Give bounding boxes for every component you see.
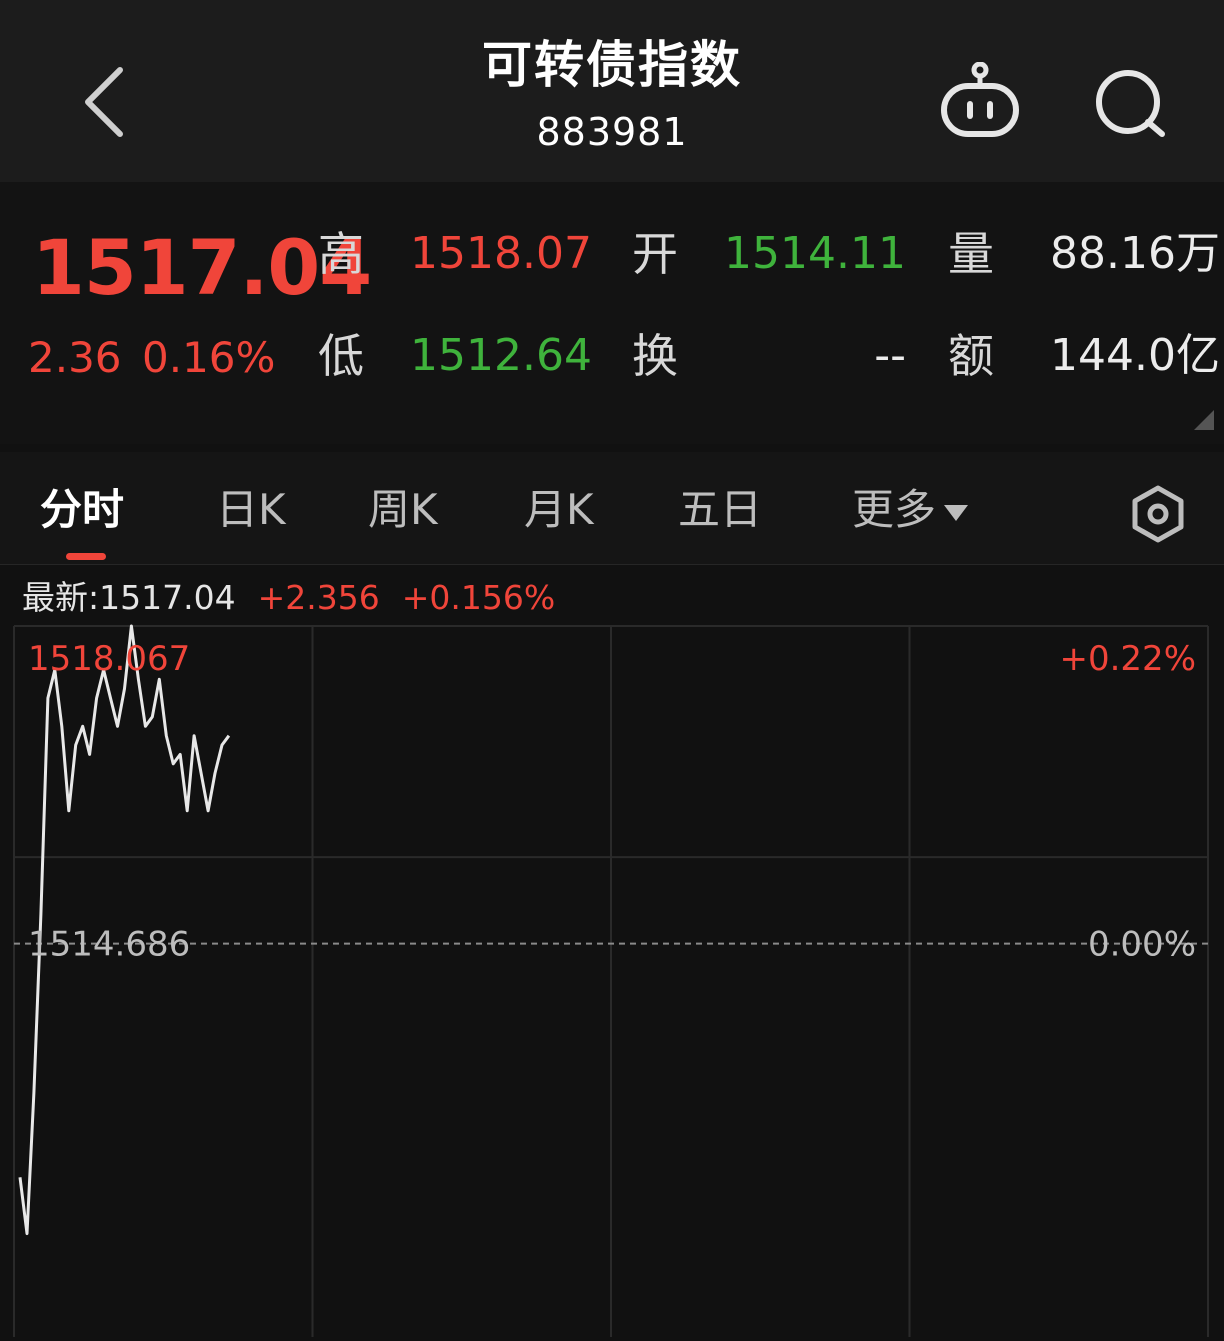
robot-icon — [941, 61, 1019, 137]
chart-high-label: 1518.067 — [28, 639, 190, 679]
volume-label: 量 — [948, 227, 994, 281]
top-bar: 可转债指数 883981 — [0, 0, 1224, 182]
latest-info-line: 最新:1517.04 +2.356 +0.156% — [22, 574, 555, 622]
robot-assistant-button[interactable] — [936, 61, 1026, 142]
chart-high-pct-label: +0.22% — [1060, 639, 1197, 679]
active-tab-indicator — [66, 553, 106, 560]
tab-daily-k[interactable]: 日K — [216, 480, 286, 540]
amount-value: 144.0亿 — [1050, 330, 1220, 381]
back-arrow-icon — [85, 67, 123, 137]
intraday-chart[interactable]: 1518.067 +0.22% 1514.686 0.00% — [0, 622, 1224, 1341]
back-button[interactable] — [72, 60, 142, 150]
latest-change: +2.356 — [257, 578, 380, 617]
security-code: 883981 — [536, 110, 688, 154]
chart-base-label: 1514.686 — [28, 925, 190, 965]
tab-intraday[interactable]: 分时 — [40, 480, 124, 540]
title-block: 可转债指数 883981 — [312, 30, 912, 160]
turnover-label: 换 — [632, 329, 678, 383]
latest-change-pct: +0.156% — [401, 578, 556, 617]
open-value: 1514.11 — [724, 228, 906, 279]
chart-base-pct-label: 0.00% — [1088, 925, 1196, 965]
expand-corner-icon[interactable] — [1194, 410, 1214, 430]
price-change: 2.36 — [28, 333, 122, 382]
search-icon — [1096, 70, 1165, 137]
price-change-pct: 0.16% — [142, 333, 276, 382]
hexagon-settings-icon — [1132, 485, 1184, 543]
tab-more[interactable]: 更多 — [852, 480, 969, 540]
page-title: 可转债指数 — [482, 36, 742, 94]
high-label: 高 — [318, 227, 364, 281]
amount-label: 额 — [948, 329, 994, 383]
volume-value: 88.16万 — [1050, 228, 1220, 279]
search-button[interactable] — [1090, 64, 1170, 144]
dropdown-arrow-icon — [944, 504, 969, 521]
chart-grid — [13, 625, 1209, 1337]
latest-label: 最新:1517.04 — [22, 578, 236, 617]
tab-more-label: 更多 — [852, 485, 937, 534]
tab-five-day[interactable]: 五日 — [678, 480, 762, 540]
tab-weekly-k[interactable]: 周K — [368, 480, 438, 540]
turnover-value: -- — [874, 330, 906, 381]
open-label: 开 — [632, 227, 678, 281]
low-value: 1512.64 — [410, 330, 592, 381]
high-value: 1518.07 — [410, 228, 592, 279]
chart-settings-button[interactable] — [1128, 484, 1188, 544]
period-tabs — [0, 452, 1224, 565]
low-label: 低 — [318, 329, 364, 383]
tab-monthly-k[interactable]: 月K — [524, 480, 594, 540]
